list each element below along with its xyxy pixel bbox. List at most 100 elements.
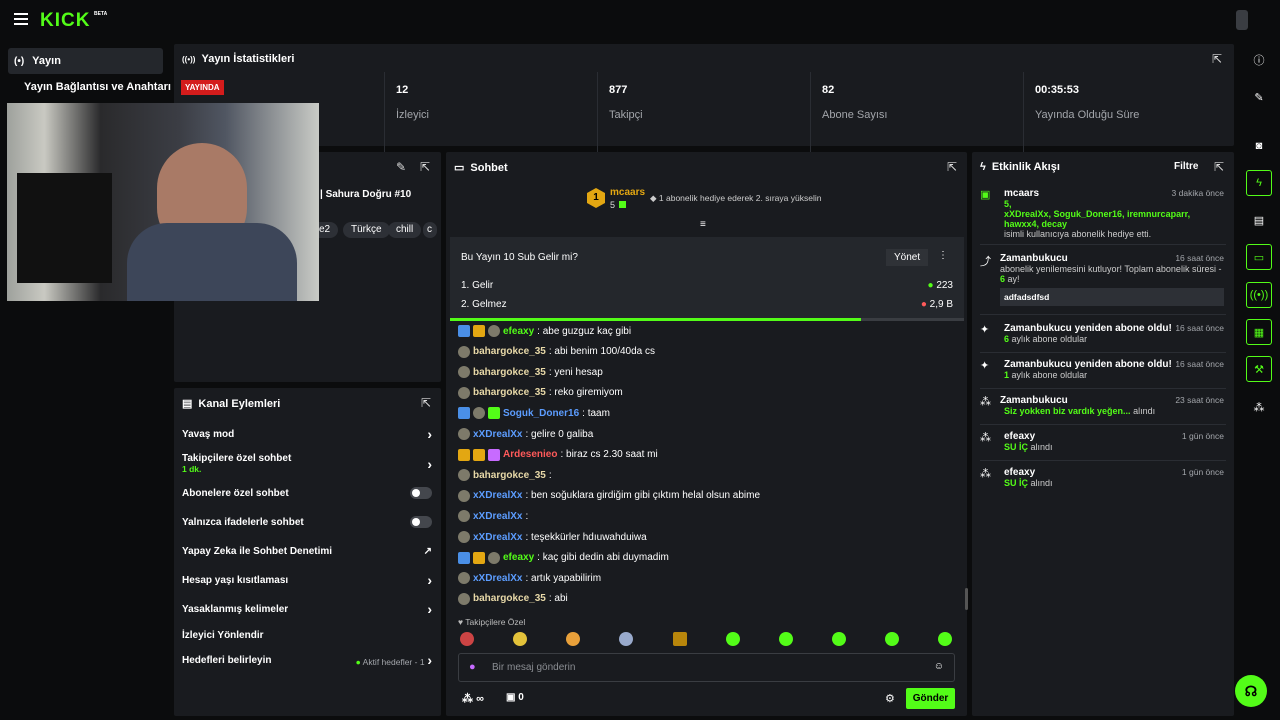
gift-icon: ▣ [980,189,991,201]
chat-username[interactable]: xXDrealXx [473,490,522,501]
chat-message[interactable]: xXDrealXx: [458,508,528,524]
info-icon[interactable]: ⓘ [1246,47,1272,73]
pin-icon[interactable]: ≡ [700,219,706,230]
chat-username[interactable]: bahargokce_35 [473,346,546,357]
chat-message[interactable]: Soguk_Doner16: taam [458,405,610,421]
emote[interactable] [673,632,687,646]
chat-message[interactable]: bahargokce_35: [458,467,552,483]
tag[interactable]: Türkçe [343,222,390,238]
poll-option[interactable]: 2. Gelmez [461,299,507,310]
popout-icon[interactable]: ⇱ [947,160,957,174]
chat-message[interactable]: xXDrealXx: ben soğuklara girdiğim gibi ç… [458,488,760,504]
toggle[interactable] [410,516,432,528]
chevron-right-icon: › [427,572,432,588]
more-icon[interactable]: ⋮ [938,250,948,261]
poll-manage-button[interactable]: Yönet [886,249,929,266]
chat-username[interactable]: efeaxy [503,552,534,563]
send-button[interactable]: Gönder [906,688,955,709]
chat-icon[interactable]: ▭ [1246,244,1272,270]
action-banned-words[interactable]: Yasaklanmış kelimeler › [174,601,440,617]
top-gifter-name[interactable]: mcaars [610,187,645,198]
layout-icon[interactable]: ▦ [1246,319,1272,345]
broadcast-icon[interactable]: ((•)) [1246,282,1272,308]
chat-message[interactable]: bahargokce_35: reko giremiyom [458,385,623,401]
emote[interactable] [779,632,793,646]
live-badge: YAYINDA [181,80,224,95]
popout-icon[interactable]: ⇱ [420,160,430,174]
camera-icon[interactable]: ◙ [1246,133,1272,159]
toggle[interactable] [410,487,432,499]
popout-icon[interactable]: ⇱ [1214,160,1224,174]
edit-icon[interactable]: ✎ [396,160,406,174]
chat-username[interactable]: efeaxy [503,326,534,337]
chat-username[interactable]: xXDrealXx [473,573,522,584]
chat-message[interactable]: xXDrealXx: teşekkürler hdıuwahduiwa [458,529,647,545]
nav-item-stream-key[interactable]: Yayın Bağlantısı ve Anahtarı [24,81,171,93]
chat-username[interactable]: Ardesenieo [503,449,557,460]
emoji-icon[interactable]: ☺ [934,661,944,672]
chat-message[interactable]: efeaxy: abe guzguz kaç gibi [458,323,631,339]
chat-username[interactable]: bahargokce_35 [473,367,546,378]
chat-message-text: : biraz cs 2.30 saat mi [560,449,658,461]
gift-counter[interactable]: ▣ 0 [506,692,524,703]
menu-icon[interactable] [14,13,28,25]
poll-option[interactable]: 1. Gelir [461,280,493,291]
nav-item-stream[interactable]: (•) Yayın [8,48,163,74]
kick-logo[interactable]: KICK [40,10,90,32]
top-bar: KICK BETA [0,0,1280,40]
tag[interactable]: chill [388,222,422,238]
action-goals[interactable]: Hedefleri belirleyin ● Aktif hedefler - 1… [174,652,440,668]
action-ai-moderation[interactable]: Yapay Zeka ile Sohbet Denetimi ↗ [174,543,440,559]
chat-message[interactable]: xXDrealXx: artık yapabilirim [458,570,601,586]
stat-uptime: 00:35:53 Yayında Olduğu Süre [1023,72,1139,152]
emote[interactable] [938,632,952,646]
emote[interactable] [726,632,740,646]
action-account-age[interactable]: Hesap yaşı kısıtlaması › [174,572,440,588]
chat-username[interactable]: bahargokce_35 [473,470,546,481]
lightning-icon[interactable]: ϟ [1246,170,1272,196]
chat-username[interactable]: xXDrealXx [473,511,522,522]
chat-message[interactable]: xXDrealXx: gelire 0 galiba [458,426,593,442]
chat-message[interactable]: bahargokce_35: abi benim 100/40da cs [458,344,655,360]
emote[interactable] [513,632,527,646]
popout-icon[interactable]: ⇱ [421,396,431,410]
action-subs-only[interactable]: Abonelere özel sohbet [174,485,440,501]
action-emotes-only[interactable]: Yalnızca ifadelerle sohbet [174,514,440,530]
support-icon[interactable]: ☊ [1235,675,1267,707]
points-icon[interactable]: ⁂ [1246,394,1272,420]
mic-icon[interactable]: ● [469,661,476,673]
avatar[interactable] [1236,10,1248,30]
chat-message[interactable]: bahargokce_35: abi [458,591,568,607]
emote[interactable] [460,632,474,646]
chat-message[interactable]: efeaxy: kaç gibi dedin abi duymadim [458,550,669,566]
emote[interactable] [832,632,846,646]
top-gifter-message: ◆ 1 abonelik hediye ederek 2. sıraya yük… [650,193,822,203]
chat-username[interactable]: bahargokce_35 [473,387,546,398]
settings-icon[interactable]: ⚙ [885,692,895,705]
chat-scrollbar[interactable] [965,588,968,610]
points-icon: ⁂ [980,432,991,444]
action-followers-only[interactable]: Takipçilere özel sohbet 1 dk. › [174,452,440,476]
edit-icon[interactable]: ✎ [1246,84,1272,110]
chat-input[interactable]: ● Bir mesaj gönderin ☺ [458,653,955,682]
chat-username[interactable]: bahargokce_35 [473,593,546,604]
user-badge-icon [458,551,470,564]
chat-username[interactable]: Soguk_Doner16 [503,408,579,419]
document-icon[interactable]: ▤ [1246,207,1272,233]
chat-message[interactable]: bahargokce_35: yeni hesap [458,364,603,380]
chat-username[interactable]: xXDrealXx [473,532,522,543]
emote[interactable] [885,632,899,646]
popout-icon[interactable]: ⇱ [1212,52,1222,66]
chat-icon: ▭ [454,162,465,174]
action-slow-mode[interactable]: Yavaş mod › [174,426,440,442]
emote[interactable] [566,632,580,646]
action-host[interactable]: İzleyici Yönlendir [174,627,440,643]
wrench-icon[interactable]: ⚒ [1246,356,1272,382]
chat-message[interactable]: Ardesenieo: biraz cs 2.30 saat mi [458,447,658,463]
chat-username[interactable]: xXDrealXx [473,429,522,440]
filter-button[interactable]: Filtre [1174,161,1198,172]
points-display[interactable]: ⁂ ∞ [462,692,484,705]
tag[interactable]: c [423,222,437,238]
chat-message-text: : [525,510,529,522]
emote[interactable] [619,632,633,646]
